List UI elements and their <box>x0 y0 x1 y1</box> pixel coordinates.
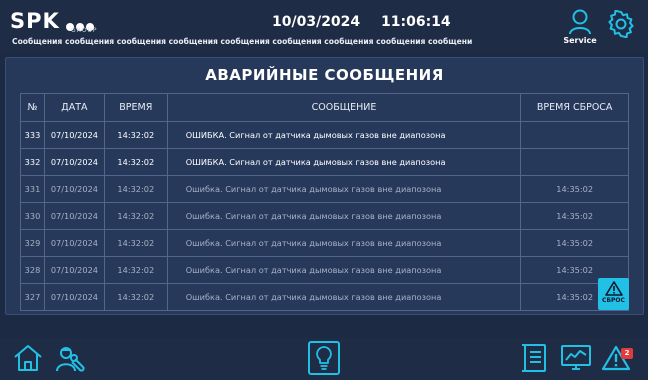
log-book-icon[interactable] <box>521 343 549 373</box>
column-header-time: ВРЕМЯ <box>103 93 168 122</box>
row-reset-time: 14:35:02 <box>520 175 629 203</box>
column-header-date: ДАТА <box>43 93 105 122</box>
page-title: АВАРИЙНЫЕ СООБЩЕНИЯ <box>205 66 444 84</box>
logo-text: SPK <box>10 9 60 33</box>
row-date: 07/10/2024 <box>43 121 105 149</box>
table-row[interactable]: 331 07/10/2024 14:32:02 Ошибка. Сигнал о… <box>20 175 629 203</box>
row-reset-time <box>520 148 629 176</box>
logo-subtitle: GROUP <box>71 27 98 34</box>
alarm-messages-panel: АВАРИЙНЫЕ СООБЩЕНИЯ № ДАТА ВРЕМЯ СООБЩЕН… <box>5 57 644 315</box>
table-row[interactable]: 332 07/10/2024 14:32:02 ОШИБКА. Сигнал о… <box>20 148 629 176</box>
user-icon <box>569 9 591 35</box>
row-message: ОШИБКА. Сигнал от датчика дымовых газов … <box>166 121 522 149</box>
row-reset-time: 14:35:02 <box>520 202 629 230</box>
row-time: 14:32:02 <box>103 121 168 149</box>
row-number: 333 <box>20 121 45 149</box>
gear-icon <box>608 9 634 39</box>
row-message: Ошибка. Сигнал от датчика дымовых газов … <box>166 229 522 257</box>
message-ticker: Сообщения сообщения сообщения сообщения … <box>12 37 473 46</box>
service-label: Service <box>563 36 597 45</box>
column-header-reset-time: ВРЕМЯ СБРОСА <box>520 93 629 122</box>
row-date: 07/10/2024 <box>43 148 105 176</box>
lightbulb-icon[interactable] <box>308 341 340 375</box>
service-button[interactable]: Service <box>560 9 600 49</box>
row-date: 07/10/2024 <box>43 202 105 230</box>
reset-button[interactable]: СБРОС <box>598 278 629 310</box>
row-number: 332 <box>20 148 45 176</box>
table-row[interactable]: 333 07/10/2024 14:32:02 ОШИБКА. Сигнал о… <box>20 121 629 149</box>
row-number: 330 <box>20 202 45 230</box>
row-date: 07/10/2024 <box>43 229 105 257</box>
row-message: Ошибка. Сигнал от датчика дымовых газов … <box>166 256 522 284</box>
row-time: 14:32:02 <box>103 148 168 176</box>
row-date: 07/10/2024 <box>43 283 105 311</box>
row-number: 331 <box>20 175 45 203</box>
home-icon[interactable] <box>12 343 44 373</box>
row-message: Ошибка. Сигнал от датчика дымовых газов … <box>166 175 522 203</box>
table-header-row: № ДАТА ВРЕМЯ СООБЩЕНИЕ ВРЕМЯ СБРОСА <box>20 93 629 122</box>
warning-icon <box>604 281 623 296</box>
row-date: 07/10/2024 <box>43 256 105 284</box>
current-time: 11:06:14 <box>381 14 451 30</box>
settings-button[interactable] <box>607 9 635 42</box>
column-header-number: № <box>20 93 45 122</box>
service-tools-icon[interactable] <box>55 343 87 373</box>
row-time: 14:32:02 <box>103 229 168 257</box>
reset-button-label: СБРОС <box>602 297 625 304</box>
table-row[interactable]: 329 07/10/2024 14:32:02 Ошибка. Сигнал о… <box>20 229 629 257</box>
row-message: ОШИБКА. Сигнал от датчика дымовых газов … <box>166 148 522 176</box>
row-time: 14:32:02 <box>103 256 168 284</box>
row-message: Ошибка. Сигнал от датчика дымовых газов … <box>166 202 522 230</box>
row-reset-time: 14:35:02 <box>520 229 629 257</box>
table-row[interactable]: 327 07/10/2024 14:32:02 Ошибка. Сигнал о… <box>20 283 629 311</box>
spk-group-logo: SPK GROUP <box>10 9 106 35</box>
row-time: 14:32:02 <box>103 283 168 311</box>
row-message: Ошибка. Сигнал от датчика дымовых газов … <box>166 283 522 311</box>
row-date: 07/10/2024 <box>43 175 105 203</box>
row-number: 327 <box>20 283 45 311</box>
alarm-table: № ДАТА ВРЕМЯ СООБЩЕНИЕ ВРЕМЯ СБРОСА 333 … <box>20 93 629 311</box>
row-time: 14:32:02 <box>103 175 168 203</box>
table-row[interactable]: 328 07/10/2024 14:32:02 Ошибка. Сигнал о… <box>20 256 629 284</box>
table-row[interactable]: 330 07/10/2024 14:32:02 Ошибка. Сигнал о… <box>20 202 629 230</box>
column-header-message: СООБЩЕНИЕ <box>166 93 522 122</box>
row-reset-time <box>520 121 629 149</box>
monitor-chart-icon[interactable] <box>560 343 592 373</box>
row-time: 14:32:02 <box>103 202 168 230</box>
alarm-count-badge: 2 <box>621 348 633 359</box>
row-number: 329 <box>20 229 45 257</box>
current-date: 10/03/2024 <box>272 14 361 30</box>
header-bar: SPK GROUP Сообщения сообщения сообщения … <box>0 0 648 52</box>
row-number: 328 <box>20 256 45 284</box>
